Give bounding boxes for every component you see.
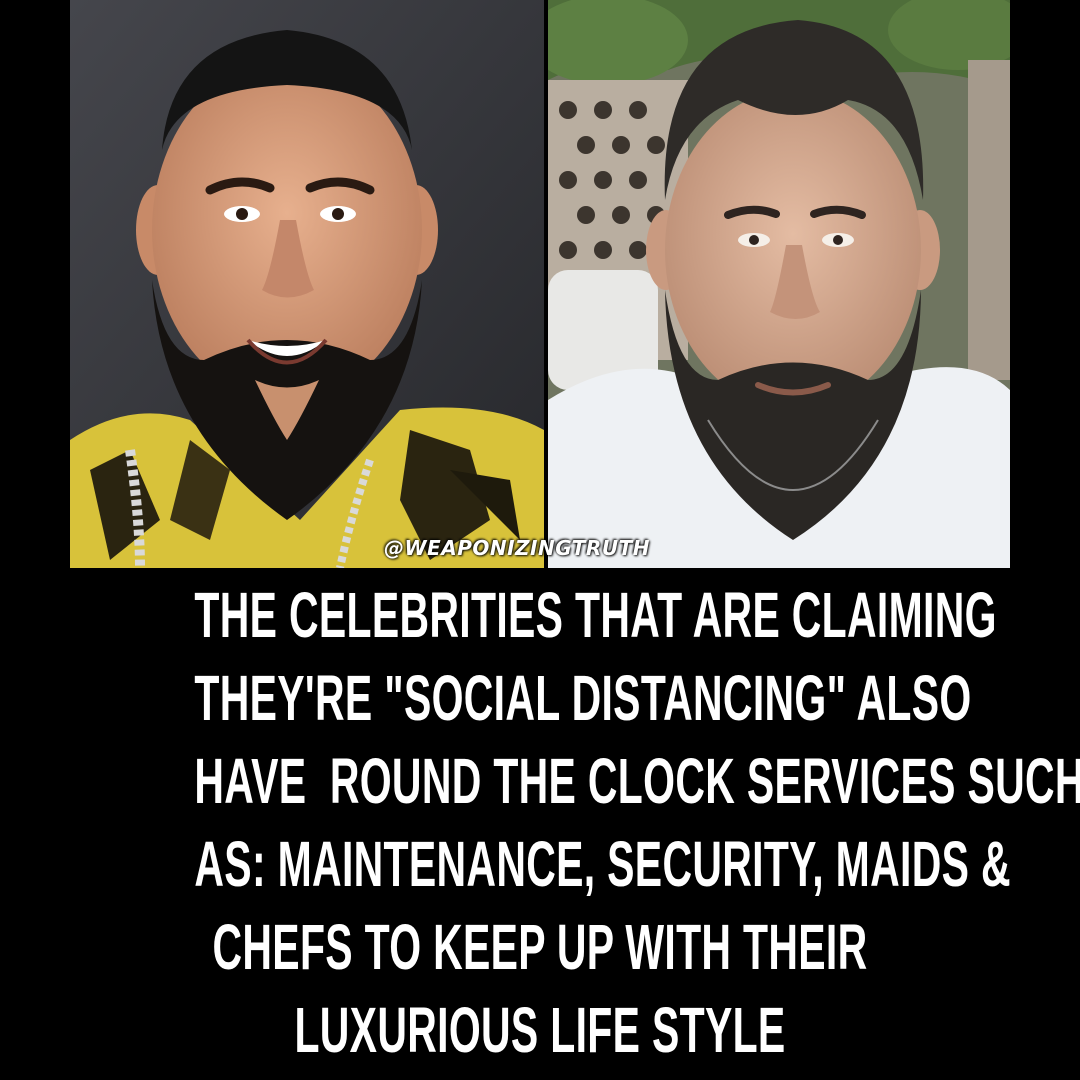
caption-line-5: CHEFS TO KEEP UP WITH THEIR <box>212 911 868 983</box>
caption-line-3: HAVE ROUND THE CLOCK SERVICES SUCH <box>194 745 1080 817</box>
right-photo <box>548 0 1010 568</box>
caption-line-6: LUXURIOUS LIFE STYLE <box>294 994 786 1066</box>
caption-block: THE CELEBRITIES THAT ARE CLAIMING THEY'R… <box>0 574 1080 1072</box>
watermark-handle: @WEAPONIZINGTRUTH <box>384 536 650 560</box>
caption-line-2: THEY'RE "SOCIAL DISTANCING" ALSO <box>194 662 972 734</box>
left-photo <box>70 0 544 568</box>
caption-line-4: AS: MAINTENANCE, SECURITY, MAIDS & <box>194 828 1011 900</box>
caption-line-1: THE CELEBRITIES THAT ARE CLAIMING <box>194 579 997 651</box>
meme-post: @WEAPONIZINGTRUTH THE CELEBRITIES THAT A… <box>0 0 1080 1080</box>
left-photo-illustration <box>70 0 544 568</box>
right-photo-illustration <box>548 0 1010 568</box>
